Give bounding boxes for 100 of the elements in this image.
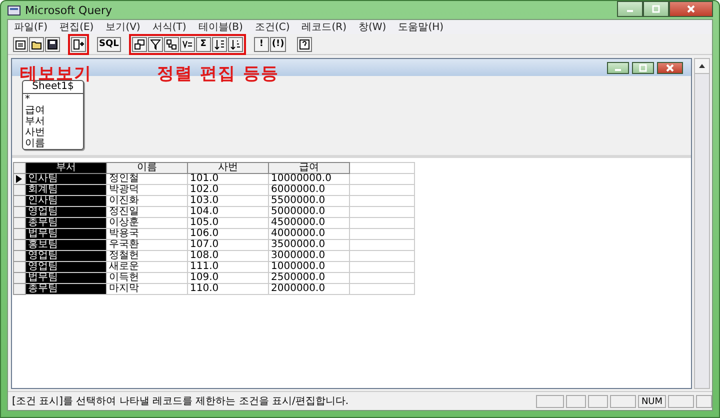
table-cell: 107.0 — [188, 240, 268, 250]
toolbar-button[interactable] — [212, 36, 227, 52]
menu-item[interactable]: 레코드(R) — [302, 20, 346, 34]
funnel-icon — [150, 38, 161, 50]
column-header[interactable]: 급여 — [268, 162, 350, 174]
close-icon — [687, 5, 695, 13]
menu-item[interactable]: 보기(V) — [106, 20, 140, 34]
table-cell: 110.0 — [188, 284, 268, 294]
toolbar-button[interactable]: ! — [254, 36, 269, 52]
table-cell: 102.0 — [188, 184, 268, 196]
maximize-icon — [652, 5, 660, 13]
table-cell: 회계팀 — [26, 184, 106, 196]
column-header[interactable]: 이름 — [106, 162, 188, 174]
column-header[interactable]: 부서 — [26, 162, 106, 174]
maximize-button[interactable] — [632, 62, 654, 74]
corner-cell — [14, 162, 26, 174]
toolbar-button[interactable]: SQL — [97, 36, 121, 52]
menu-item[interactable]: 편집(E) — [60, 20, 94, 34]
table-cell: 정철헌 — [106, 250, 188, 262]
scroll-up-icon — [698, 62, 706, 70]
toolbar-button[interactable] — [228, 36, 243, 52]
table-cell: 우국환 — [106, 240, 188, 250]
vertical-scrollbar[interactable] — [694, 58, 710, 389]
menu-item[interactable]: 테이블(B) — [198, 20, 243, 34]
status-pane — [588, 394, 608, 408]
field-item[interactable]: * — [23, 94, 83, 105]
menu-item[interactable]: 조건(C) — [254, 20, 290, 34]
table-cell: 4000000.0 — [268, 228, 350, 240]
maximize-button[interactable] — [643, 1, 669, 17]
table-cell: 108.0 — [188, 250, 268, 262]
table-cell: 103.0 — [188, 196, 268, 206]
table-cell: 영업팀 — [26, 250, 106, 262]
field-item[interactable]: 급여 — [23, 105, 83, 116]
table-cell: 5500000.0 — [268, 196, 350, 206]
table-plus-icon — [73, 38, 84, 50]
current-row-icon — [16, 175, 22, 183]
toolbar-button[interactable] — [132, 36, 147, 52]
window-title: Microsoft Query — [25, 4, 112, 16]
sort-ascending-icon — [214, 38, 225, 50]
table-cell: 1000000.0 — [268, 262, 350, 272]
toolbar-button[interactable] — [29, 36, 44, 52]
field-item[interactable]: 사번 — [23, 127, 83, 138]
close-icon — [666, 64, 674, 72]
column-header[interactable]: 사번 — [188, 162, 268, 174]
toolbar-button[interactable] — [45, 36, 60, 52]
toolbar-button[interactable] — [297, 36, 312, 52]
row-selector[interactable] — [14, 174, 26, 184]
table-cell: 정인철 — [106, 174, 188, 184]
table-cell: 총무팀 — [26, 284, 106, 294]
filter-equals-icon — [182, 38, 193, 50]
table-cell: 111.0 — [188, 262, 268, 272]
table-cell: 영업팀 — [26, 206, 106, 218]
table-cell: 106.0 — [188, 228, 268, 240]
minimize-button[interactable] — [617, 1, 643, 17]
status-pane — [696, 394, 712, 408]
close-button[interactable] — [657, 62, 683, 74]
table-cell: 105.0 — [188, 218, 268, 228]
table-cell: 마지막 — [106, 284, 188, 294]
field-item[interactable]: 이름 — [23, 138, 83, 149]
toolbar-button[interactable]: (!) — [270, 36, 286, 52]
status-indicator: NUM — [638, 394, 666, 408]
save-icon — [47, 38, 58, 50]
menu-item[interactable]: 창(W) — [358, 20, 386, 34]
toolbar-button[interactable] — [148, 36, 163, 52]
toolbar-button[interactable] — [164, 36, 179, 52]
table-cell: 총무팀 — [26, 218, 106, 228]
table-cell: 영업팀 — [26, 262, 106, 272]
close-button[interactable] — [669, 1, 713, 17]
status-pane — [610, 394, 636, 408]
table-cell: 이상훈 — [106, 218, 188, 228]
table-cell: 101.0 — [188, 174, 268, 184]
toolbar-button[interactable] — [180, 36, 195, 52]
menu-item[interactable]: 도움말(H) — [398, 20, 444, 34]
table-cell: 인사팀 — [26, 174, 106, 184]
table-cell: 새로운 — [106, 262, 188, 272]
toolbar-button[interactable] — [13, 36, 28, 52]
table-cell: 3500000.0 — [268, 240, 350, 250]
linked-tables-icon — [166, 38, 177, 50]
status-pane — [566, 394, 586, 408]
menu-item[interactable]: 서식(T) — [152, 20, 186, 34]
table-cell: 5000000.0 — [268, 206, 350, 218]
tables-icon — [134, 38, 145, 50]
table-cell: 인사팀 — [26, 196, 106, 206]
table-cell: 3000000.0 — [268, 250, 350, 262]
status-pane — [668, 394, 694, 408]
field-item[interactable]: 부서 — [23, 116, 83, 127]
table-name: Sheet1$ — [23, 81, 83, 94]
menu-item[interactable]: 파일(F) — [14, 20, 48, 34]
folder-icon — [31, 38, 42, 50]
annotation-text: 정렬 편집 등등 — [157, 63, 279, 85]
help-icon — [299, 38, 310, 50]
query-icon — [15, 38, 26, 50]
app-icon — [7, 4, 21, 16]
toolbar-button[interactable]: Σ — [196, 36, 211, 52]
table-cell: 2500000.0 — [268, 272, 350, 284]
table-cell: 10000000.0 — [268, 174, 350, 184]
minimize-button[interactable] — [607, 62, 629, 74]
table-cell: 법무팀 — [26, 272, 106, 284]
table-cell: 박용국 — [106, 228, 188, 240]
table-cell: 법무팀 — [26, 228, 106, 240]
